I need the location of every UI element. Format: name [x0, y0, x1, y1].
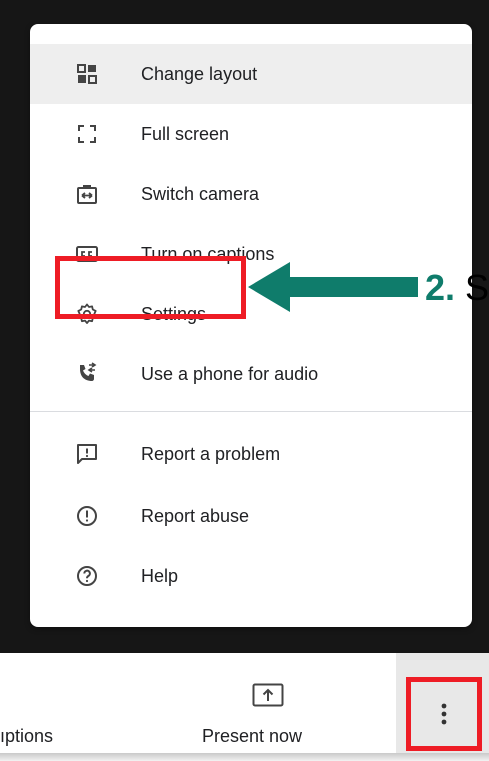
change-layout-icon: [74, 61, 100, 87]
menu-item-report-abuse[interactable]: Report abuse: [30, 486, 472, 546]
more-options-menu: Change layout Full screen Switch camera …: [30, 24, 472, 627]
step-number: 2.: [425, 267, 456, 308]
menu-item-label: Report a problem: [141, 443, 281, 464]
menu-item-phone-audio[interactable]: Use a phone for audio: [30, 344, 472, 404]
menu-item-report-problem[interactable]: Report a problem: [30, 424, 472, 484]
menu-item-switch-camera[interactable]: Switch camera: [30, 164, 472, 224]
menu-item-change-layout[interactable]: Change layout: [30, 44, 472, 104]
menu-item-label: Report abuse: [141, 505, 250, 526]
menu-item-help[interactable]: Help: [30, 546, 472, 606]
present-now-button[interactable]: Present now: [202, 726, 302, 747]
phone-audio-icon: [74, 361, 100, 387]
more-vert-icon: [441, 703, 447, 725]
menu-item-label: Change layout: [141, 63, 258, 84]
settings-highlight-box: [55, 256, 246, 319]
menu-item-label: Help: [141, 565, 179, 586]
present-screen-icon[interactable]: [252, 683, 284, 707]
report-abuse-icon: [74, 503, 100, 529]
menu-divider: [30, 411, 472, 412]
toolbar-bottom-edge: [0, 753, 489, 761]
menu-item-label: Switch camera: [141, 183, 260, 204]
step-annotation: 2. S: [425, 266, 489, 310]
fullscreen-icon: [74, 121, 100, 147]
help-icon: [74, 563, 100, 589]
switch-camera-icon: [74, 181, 100, 207]
captions-button-label[interactable]: ıptions: [0, 726, 53, 747]
report-problem-icon: [74, 441, 100, 467]
menu-item-full-screen[interactable]: Full screen: [30, 104, 472, 164]
step-text: S: [465, 267, 489, 308]
pointer-arrow: [248, 262, 418, 312]
menu-item-label: Full screen: [141, 123, 230, 144]
more-options-button[interactable]: [406, 677, 482, 751]
menu-item-label: Use a phone for audio: [141, 363, 319, 384]
